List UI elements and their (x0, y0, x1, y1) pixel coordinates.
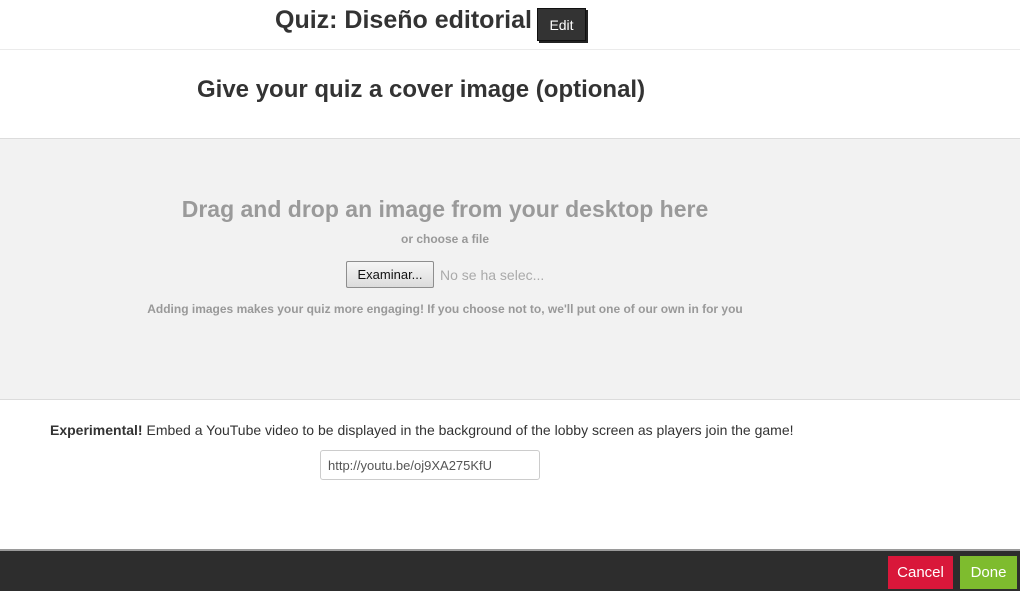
dropzone-title: Drag and drop an image from your desktop… (181, 196, 709, 222)
image-dropzone[interactable]: Drag and drop an image from your desktop… (0, 138, 1020, 400)
quiz-title: Quiz: Diseño editorial (275, 6, 532, 34)
done-button[interactable]: Done (960, 556, 1017, 589)
footer-bar: Cancel Done (0, 549, 1020, 591)
youtube-description-text: Embed a YouTube video to be displayed in… (142, 422, 794, 438)
file-status-text: No se ha selec... (440, 266, 545, 283)
browse-file-button[interactable]: Examinar... (346, 261, 434, 288)
youtube-url-input[interactable] (320, 450, 540, 480)
quiz-cover-page: Quiz: Diseño editorial Edit Give your qu… (0, 0, 1020, 591)
dropzone-hint: Adding images makes your quiz more engag… (147, 302, 743, 316)
experimental-label: Experimental! (50, 422, 143, 438)
edit-title-button[interactable]: Edit (537, 8, 586, 41)
header: Quiz: Diseño editorial Edit (0, 0, 1020, 50)
file-picker: Examinar... No se ha selec... (346, 261, 544, 288)
cancel-button[interactable]: Cancel (888, 556, 953, 589)
choose-file-label: or choose a file (400, 232, 490, 246)
cover-image-heading: Give your quiz a cover image (optional) (197, 76, 646, 103)
youtube-embed-description: Experimental! Embed a YouTube video to b… (50, 422, 794, 438)
